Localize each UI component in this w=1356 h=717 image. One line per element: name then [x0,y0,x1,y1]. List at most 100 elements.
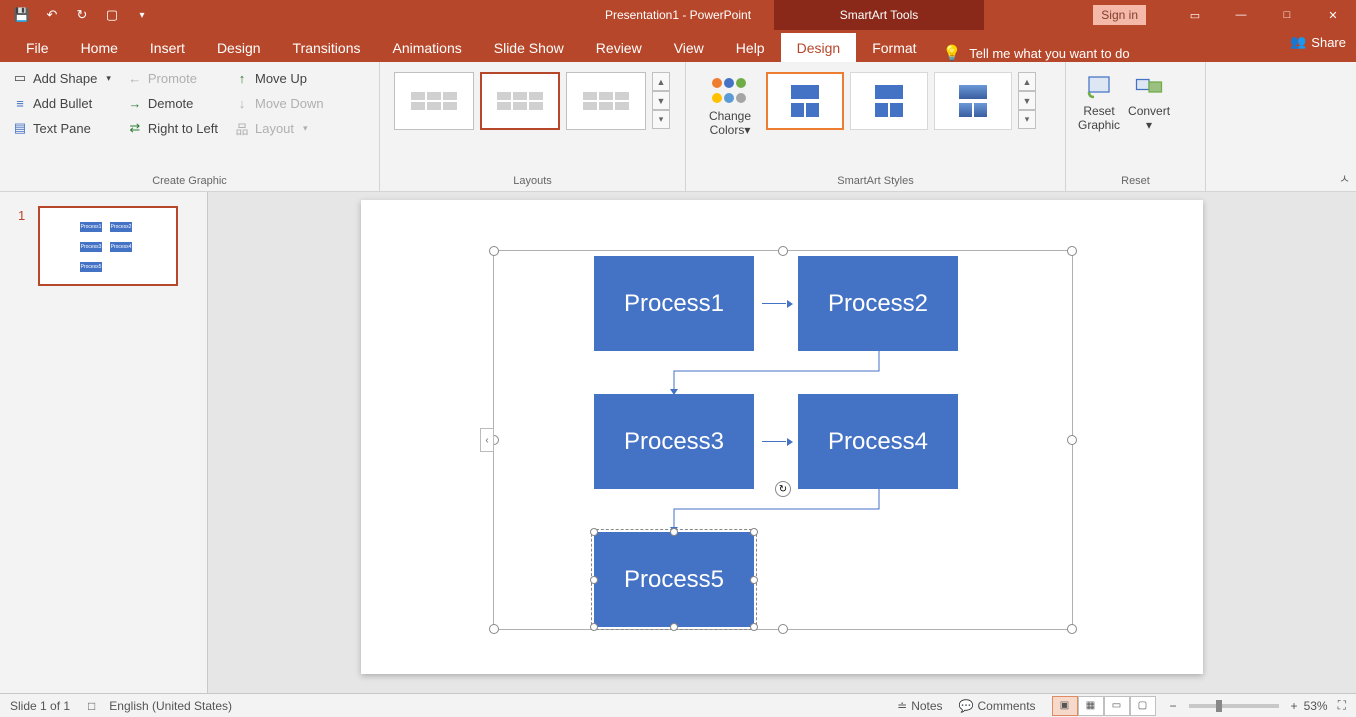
normal-view-icon[interactable]: ▣ [1052,696,1078,716]
add-shape-button[interactable]: ▭Add Shape▾ [8,66,115,90]
layout-option-3[interactable] [566,72,646,130]
tab-home[interactable]: Home [65,33,134,62]
convert-button[interactable]: Convert▾ [1124,66,1174,139]
reading-view-icon[interactable]: ▭ [1104,696,1130,716]
comments-button[interactable]: 💬Comments [959,699,1036,713]
style-option-3[interactable] [934,72,1012,130]
fit-to-window-icon[interactable]: ⛶ [1338,698,1346,713]
shape-handle[interactable] [590,623,598,631]
tab-smartart-format[interactable]: Format [856,33,932,62]
slide-canvas-area[interactable]: ‹ ↻ Process1 Process2 Process3 Process4 [208,192,1356,693]
bullet-icon: ≡ [12,95,28,111]
slide-thumbnails-pane[interactable]: 1 Process1 Process2 Process3 Process4 Pr… [0,192,208,693]
tab-help[interactable]: Help [720,33,781,62]
add-bullet-button[interactable]: ≡Add Bullet [8,91,115,115]
slide-1-thumbnail[interactable]: Process1 Process2 Process3 Process4 Proc… [38,206,178,286]
slide-sorter-icon[interactable]: ▦ [1078,696,1104,716]
styles-more-icon[interactable]: ▾ [1018,110,1036,129]
move-down-button[interactable]: ↓Move Down [230,91,328,115]
zoom-level[interactable]: 53% [1304,699,1328,713]
tab-animations[interactable]: Animations [376,33,477,62]
process5-box[interactable]: Process5 [594,532,754,627]
smartart-selection-frame[interactable]: ‹ ↻ Process1 Process2 Process3 Process4 [493,250,1073,630]
shape-handle[interactable] [670,528,678,536]
style-option-1[interactable] [766,72,844,130]
demote-button[interactable]: →Demote [123,91,222,115]
notes-button[interactable]: ≐Notes [897,699,942,713]
slide-indicator[interactable]: Slide 1 of 1 [10,699,70,713]
layout-option-2[interactable] [480,72,560,130]
status-bar: Slide 1 of 1 □ English (United States) ≐… [0,693,1356,717]
tab-transitions[interactable]: Transitions [277,33,377,62]
maximize-icon[interactable]: □ [1264,0,1310,30]
tab-design[interactable]: Design [201,33,277,62]
layouts-more-icon[interactable]: ▾ [652,110,670,129]
sign-in-button[interactable]: Sign in [1093,5,1146,25]
shape-handle[interactable] [590,576,598,584]
process1-box[interactable]: Process1 [594,256,754,351]
layouts-scroll-up-icon[interactable]: ▲ [652,72,670,91]
tab-smartart-design[interactable]: Design [781,33,857,62]
shape-handle[interactable] [670,623,678,631]
collapse-ribbon-icon[interactable]: ㅅ [1339,170,1350,187]
layout-option-1[interactable] [394,72,474,130]
minimize-icon[interactable]: — [1218,0,1264,30]
styles-scroll-up-icon[interactable]: ▲ [1018,72,1036,91]
arrow-3-4 [762,441,792,443]
expand-text-pane-icon[interactable]: ‹ [480,428,494,452]
undo-icon[interactable]: ↶ [44,7,60,23]
resize-handle-n[interactable] [778,246,788,256]
move-up-button[interactable]: ↑Move Up [230,66,328,90]
close-icon[interactable]: ✕ [1310,0,1356,30]
tab-file[interactable]: File [10,33,65,62]
resize-handle-nw[interactable] [489,246,499,256]
right-to-left-button[interactable]: ⇄Right to Left [123,116,222,140]
tell-me-search[interactable]: 💡 Tell me what you want to do [943,44,1130,62]
slide[interactable]: ‹ ↻ Process1 Process2 Process3 Process4 [361,200,1203,674]
ribbon-tabs: File Home Insert Design Transitions Anim… [0,30,1356,62]
share-button[interactable]: 👥 Share [1290,34,1346,50]
layout-button[interactable]: 品Layout▾ [230,116,328,140]
notes-icon: ≐ [897,699,907,713]
connector-2-3 [669,351,884,396]
colors-icon [712,78,748,106]
resize-handle-se[interactable] [1067,624,1077,634]
qat-customize-icon[interactable]: ▾ [134,7,150,23]
language-indicator[interactable]: English (United States) [109,699,232,713]
start-slideshow-icon[interactable]: ▢ [104,7,120,23]
process4-box[interactable]: Process4 [798,394,958,489]
tab-review[interactable]: Review [580,33,658,62]
change-colors-button[interactable]: ChangeColors▾ [700,72,760,138]
shape-handle[interactable] [590,528,598,536]
layouts-scroll-down-icon[interactable]: ▼ [652,91,670,110]
zoom-slider[interactable] [1189,704,1279,708]
shape-handle[interactable] [750,528,758,536]
reset-icon [1082,72,1116,102]
resize-handle-sw[interactable] [489,624,499,634]
slideshow-view-icon[interactable]: ▢ [1130,696,1156,716]
ribbon-display-icon[interactable]: ▭ [1172,0,1218,30]
shape-handle[interactable] [750,623,758,631]
spellcheck-icon[interactable]: □ [88,699,95,713]
process2-box[interactable]: Process2 [798,256,958,351]
styles-scroll-down-icon[interactable]: ▼ [1018,91,1036,110]
resize-handle-e[interactable] [1067,435,1077,445]
style-option-2[interactable] [850,72,928,130]
text-pane-icon: ▤ [12,120,28,136]
zoom-in-icon[interactable]: + [1291,699,1298,713]
text-pane-button[interactable]: ▤Text Pane [8,116,115,140]
save-icon[interactable]: 💾 [14,7,30,23]
resize-handle-s[interactable] [778,624,788,634]
contextual-tab-label: SmartArt Tools [774,0,984,30]
tab-insert[interactable]: Insert [134,33,201,62]
promote-button[interactable]: ←Promote [123,66,222,90]
zoom-out-icon[interactable]: − [1170,699,1177,713]
redo-icon[interactable]: ↻ [74,7,90,23]
tab-view[interactable]: View [658,33,720,62]
arrow-up-icon: ↑ [234,70,250,86]
tab-slideshow[interactable]: Slide Show [478,33,580,62]
resize-handle-ne[interactable] [1067,246,1077,256]
process3-box[interactable]: Process3 [594,394,754,489]
reset-graphic-button[interactable]: ResetGraphic [1074,66,1124,139]
shape-handle[interactable] [750,576,758,584]
